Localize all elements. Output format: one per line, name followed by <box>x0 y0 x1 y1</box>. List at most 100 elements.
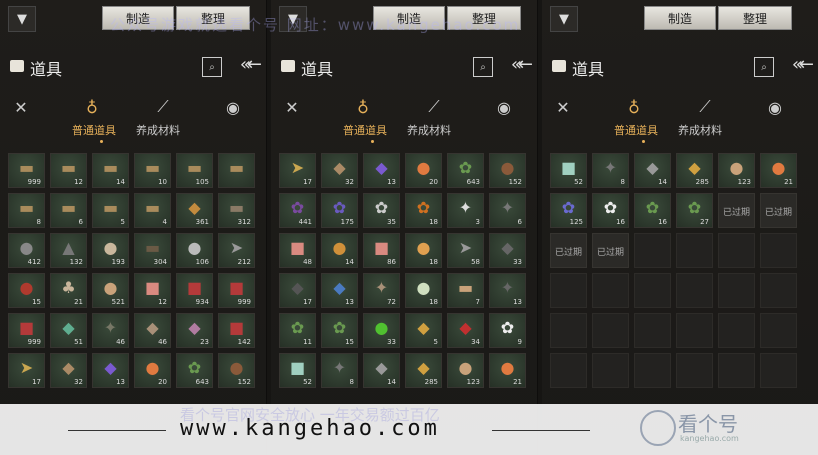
item-slot[interactable]: ▬ 105 <box>176 153 213 188</box>
item-slot[interactable]: ● 21 <box>489 353 526 388</box>
item-slot[interactable]: ■ 52 <box>279 353 316 388</box>
item-slot[interactable] <box>760 353 797 388</box>
item-slot[interactable]: ◆ 46 <box>134 313 171 348</box>
item-slot[interactable]: ✦ 72 <box>363 273 400 308</box>
item-slot[interactable]: ■ 934 <box>176 273 213 308</box>
item-slot[interactable]: ▬ 12 <box>50 153 87 188</box>
item-slot[interactable]: ● 20 <box>405 153 442 188</box>
gem-icon[interactable]: ◉ <box>764 96 786 118</box>
collapse-arrow-icon[interactable]: «← <box>792 54 814 75</box>
item-slot[interactable]: ◆ 17 <box>279 273 316 308</box>
item-slot[interactable]: ▬ <box>218 153 255 188</box>
item-slot[interactable]: ◆ 285 <box>676 153 713 188</box>
item-slot[interactable]: ➤ 212 <box>218 233 255 268</box>
item-slot[interactable]: ● 123 <box>447 353 484 388</box>
tab-materials[interactable]: 养成材料 <box>678 122 722 138</box>
item-slot[interactable]: ◆ 33 <box>489 233 526 268</box>
item-slot[interactable]: ◆ 285 <box>405 353 442 388</box>
item-slot[interactable]: ● 152 <box>218 353 255 388</box>
item-slot[interactable]: 已过期 <box>592 233 629 268</box>
crossed-swords-icon[interactable]: ✕ <box>10 96 32 118</box>
item-slot[interactable]: ■ 999 <box>218 273 255 308</box>
item-slot[interactable]: ♣ 21 <box>50 273 87 308</box>
item-slot[interactable]: ✿ 15 <box>321 313 358 348</box>
item-slot[interactable]: ● 412 <box>8 233 45 268</box>
collapse-arrow-icon[interactable]: «← <box>240 54 262 75</box>
item-slot[interactable] <box>676 313 713 348</box>
item-slot[interactable]: ✦ 46 <box>92 313 129 348</box>
item-slot[interactable]: ✦ 3 <box>447 193 484 228</box>
scroll-icon[interactable]: ⟋ <box>694 96 716 118</box>
crossed-swords-icon[interactable]: ✕ <box>281 96 303 118</box>
item-slot[interactable]: ◆ 23 <box>176 313 213 348</box>
pouch-icon[interactable]: ♁ <box>81 96 103 118</box>
item-slot[interactable]: ➤ 17 <box>279 153 316 188</box>
item-slot[interactable] <box>676 353 713 388</box>
item-slot[interactable]: ✦ 6 <box>489 193 526 228</box>
item-slot[interactable]: ● 33 <box>363 313 400 348</box>
item-slot[interactable] <box>718 273 755 308</box>
item-slot[interactable]: ✿ 643 <box>176 353 213 388</box>
item-slot[interactable] <box>634 233 671 268</box>
item-slot[interactable]: ◆ 14 <box>363 353 400 388</box>
pouch-icon[interactable]: ♁ <box>623 96 645 118</box>
scroll-icon[interactable]: ⟋ <box>152 96 174 118</box>
item-slot[interactable]: ◆ 32 <box>50 353 87 388</box>
item-slot[interactable]: ▬ 304 <box>134 233 171 268</box>
item-slot[interactable]: 已过期 <box>718 193 755 228</box>
tab-materials[interactable]: 养成材料 <box>407 122 451 138</box>
item-slot[interactable]: ● 521 <box>92 273 129 308</box>
item-slot[interactable]: ■ 48 <box>279 233 316 268</box>
item-slot[interactable]: 已过期 <box>550 233 587 268</box>
item-slot[interactable]: ◆ 13 <box>363 153 400 188</box>
item-slot[interactable]: ✦ 8 <box>321 353 358 388</box>
item-slot[interactable]: ▬ 14 <box>92 153 129 188</box>
collapse-arrow-icon[interactable]: «← <box>511 54 533 75</box>
item-slot[interactable]: ✦ 8 <box>592 153 629 188</box>
item-slot[interactable]: ▬ 6 <box>50 193 87 228</box>
item-slot[interactable] <box>592 353 629 388</box>
item-slot[interactable]: ✿ 11 <box>279 313 316 348</box>
item-slot[interactable] <box>718 233 755 268</box>
search-icon[interactable]: ⌕ <box>754 57 774 77</box>
item-slot[interactable]: ▬ 5 <box>92 193 129 228</box>
tab-common-items[interactable]: 普通道具 <box>614 122 658 138</box>
item-slot[interactable]: ➤ 58 <box>447 233 484 268</box>
gem-icon[interactable]: ◉ <box>222 96 244 118</box>
item-slot[interactable]: ■ 86 <box>363 233 400 268</box>
item-slot[interactable]: ● 21 <box>760 153 797 188</box>
item-slot[interactable]: ▲ 132 <box>50 233 87 268</box>
item-slot[interactable]: ✦ 13 <box>489 273 526 308</box>
item-slot[interactable] <box>634 353 671 388</box>
pouch-icon[interactable]: ♁ <box>352 96 374 118</box>
gem-icon[interactable]: ◉ <box>493 96 515 118</box>
item-slot[interactable]: ● 123 <box>718 153 755 188</box>
item-slot[interactable]: ▬ 4 <box>134 193 171 228</box>
filter-icon[interactable]: ▼ <box>550 6 578 32</box>
item-slot[interactable] <box>718 353 755 388</box>
item-slot[interactable] <box>634 313 671 348</box>
search-icon[interactable]: ⌕ <box>202 57 222 77</box>
item-slot[interactable]: ◆ 32 <box>321 153 358 188</box>
sort-button[interactable]: 整理 <box>718 6 792 30</box>
item-slot[interactable]: ▬ 10 <box>134 153 171 188</box>
item-slot[interactable]: ◆ 13 <box>92 353 129 388</box>
item-slot[interactable]: ● 18 <box>405 273 442 308</box>
filter-icon[interactable]: ▼ <box>8 6 36 32</box>
item-slot[interactable]: ▬ 999 <box>8 153 45 188</box>
item-slot[interactable]: ■ 12 <box>134 273 171 308</box>
item-slot[interactable]: ◆ 13 <box>321 273 358 308</box>
item-slot[interactable]: 已过期 <box>760 193 797 228</box>
item-slot[interactable]: ▬ 7 <box>447 273 484 308</box>
item-slot[interactable] <box>550 313 587 348</box>
item-slot[interactable] <box>592 313 629 348</box>
item-slot[interactable]: ▬ 312 <box>218 193 255 228</box>
item-slot[interactable]: ✿ 125 <box>550 193 587 228</box>
item-slot[interactable]: ✿ 643 <box>447 153 484 188</box>
crossed-swords-icon[interactable]: ✕ <box>552 96 574 118</box>
item-slot[interactable]: ▬ 8 <box>8 193 45 228</box>
item-slot[interactable] <box>676 273 713 308</box>
item-slot[interactable]: ◆ 14 <box>634 153 671 188</box>
item-slot[interactable]: ➤ 17 <box>8 353 45 388</box>
make-button[interactable]: 制造 <box>644 6 716 30</box>
